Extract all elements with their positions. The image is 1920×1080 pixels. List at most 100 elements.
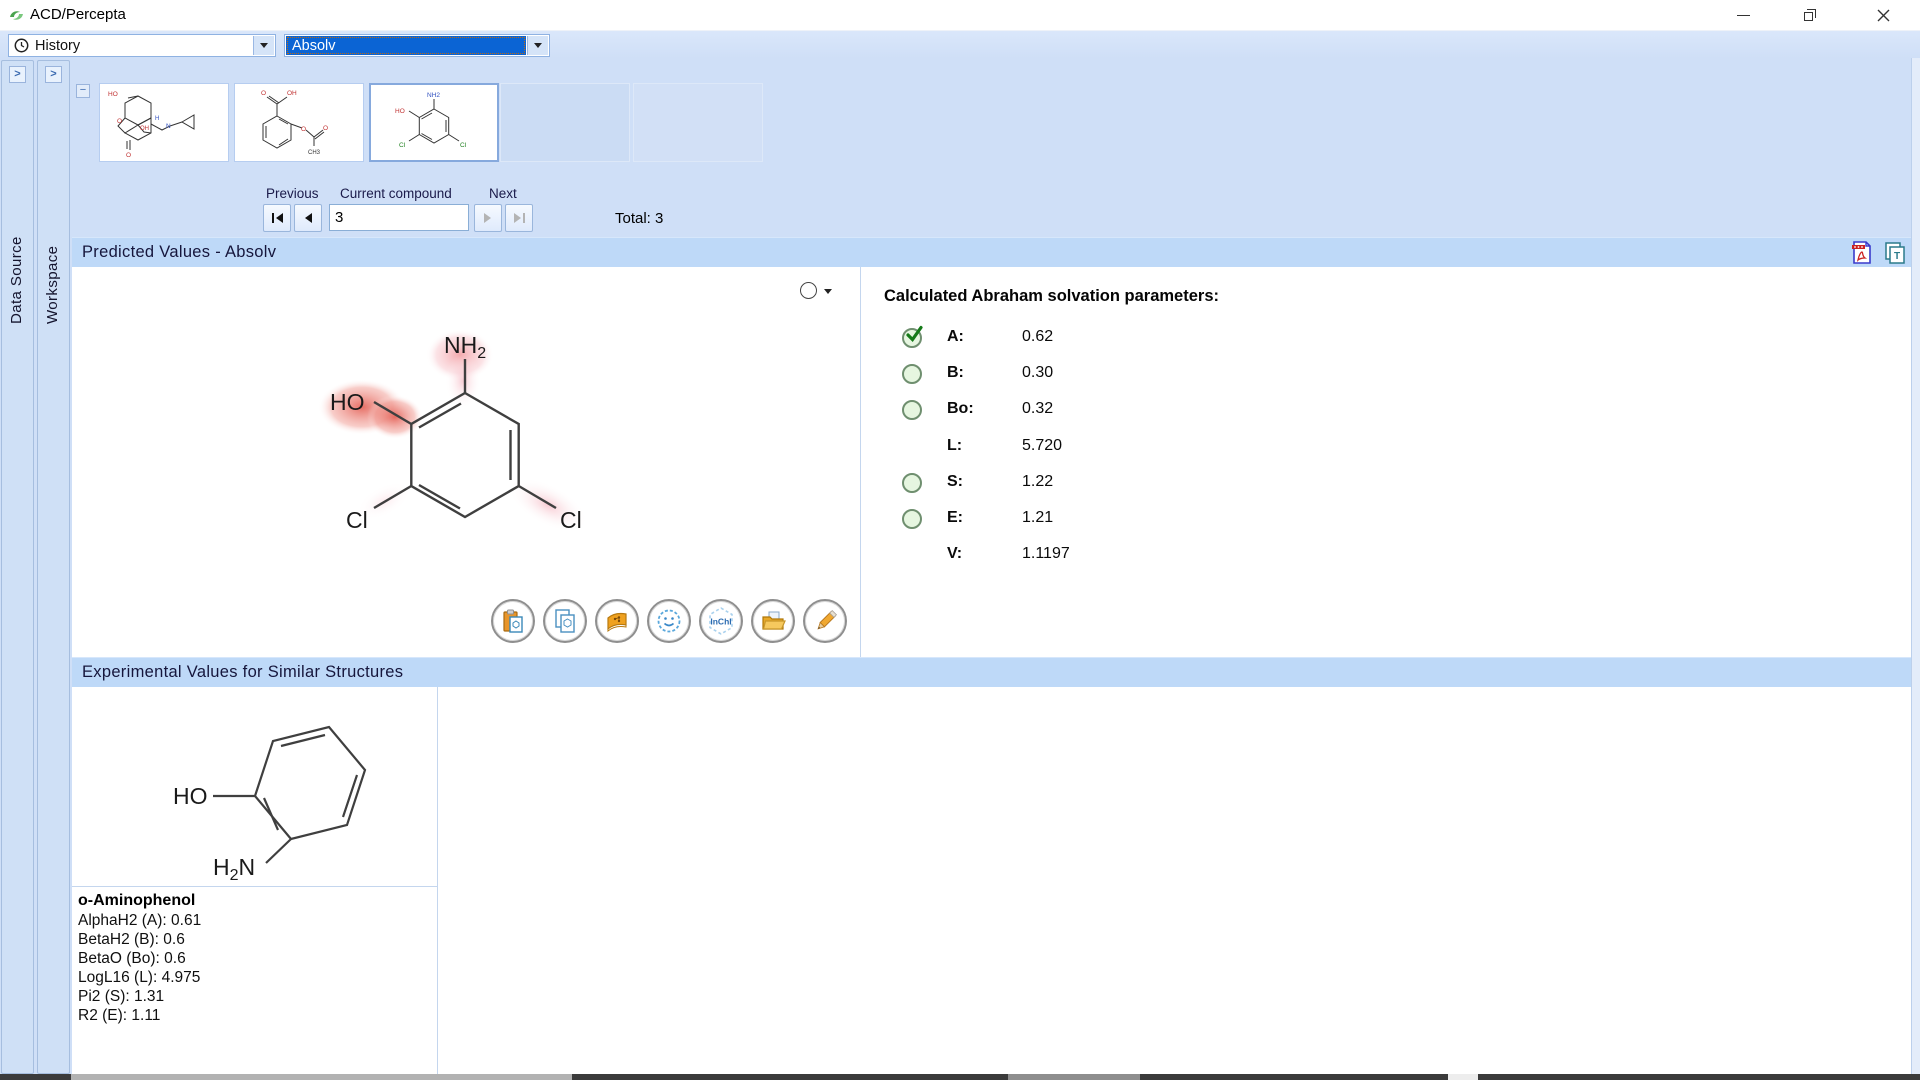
svg-text:O: O <box>126 152 131 159</box>
taskbar-segment <box>1140 1074 1448 1080</box>
clipboard-structure-icon <box>500 608 526 634</box>
export-pdf-button[interactable] <box>1849 240 1874 265</box>
window-right-edge <box>1911 58 1920 1074</box>
similar-property: BetaO (Bo): 0.6 <box>78 950 186 968</box>
main-structure-canvas[interactable]: NH2 HO Cl Cl <box>310 295 780 585</box>
expand-panel-button[interactable]: > <box>9 66 26 83</box>
next-compound-button[interactable] <box>474 204 502 232</box>
highlight-mode-arrow[interactable] <box>824 289 832 294</box>
compound-thumbnail-1[interactable]: HO O OH N O H <box>99 83 229 162</box>
svg-text:T: T <box>1894 251 1900 262</box>
restore-icon <box>1804 9 1817 22</box>
similar-compound-name: o-Aminophenol <box>78 892 195 910</box>
similar-structure-canvas[interactable]: HO H2N <box>85 695 430 880</box>
svg-text:O: O <box>301 126 306 133</box>
minimize-button[interactable] <box>1722 0 1764 30</box>
window-title: ACD/Percepta <box>30 6 126 23</box>
module-combo-arrow[interactable] <box>527 36 548 55</box>
param-value: 0.30 <box>1022 364 1053 382</box>
param-value: 1.22 <box>1022 473 1053 491</box>
param-value: 1.1197 <box>1022 545 1070 563</box>
previous-compound-button[interactable] <box>294 204 322 232</box>
open-file-button[interactable] <box>751 599 795 643</box>
params-title: Calculated Abraham solvation parameters: <box>884 287 1219 306</box>
highlight-mode-button[interactable] <box>800 282 817 299</box>
predicted-values-header: Predicted Values - Absolv <box>72 237 1911 267</box>
open-folder-icon <box>760 608 787 635</box>
sidebar-tab-workspace[interactable]: > Workspace <box>37 60 70 1074</box>
experimental-values-title: Experimental Values for Similar Structur… <box>82 663 403 682</box>
param-label: L: <box>947 437 962 455</box>
dictionary-button[interactable] <box>595 599 639 643</box>
svg-text:OH: OH <box>140 126 149 132</box>
copy-report-button[interactable]: T <box>1882 240 1907 265</box>
inchi-button[interactable]: InChI <box>699 599 743 643</box>
compound-thumbnail-3-selected[interactable]: NH2 HO Cl Cl <box>369 83 499 162</box>
close-button[interactable] <box>1862 0 1904 30</box>
svg-text:HO: HO <box>395 108 405 115</box>
svg-text:InChI: InChI <box>710 617 731 627</box>
structure-thumbnail: O OH O O CH3 <box>235 84 363 161</box>
history-combo-arrow[interactable] <box>253 36 274 55</box>
sidebar-tab-label: Workspace <box>44 89 61 324</box>
paste-structure-button[interactable] <box>491 599 535 643</box>
similar-property: R2 (E): 1.11 <box>78 1007 160 1025</box>
next-label: Next <box>489 186 517 201</box>
param-radio-S[interactable] <box>902 473 922 493</box>
chevron-down-icon <box>534 43 542 48</box>
collapse-strip-button[interactable]: − <box>76 84 90 98</box>
param-label: B: <box>947 364 964 382</box>
predicted-values-title: Predicted Values - Absolv <box>82 243 276 262</box>
param-radio-B[interactable] <box>902 364 922 384</box>
first-compound-button[interactable] <box>263 204 291 232</box>
copy-structure-icon <box>552 608 578 634</box>
cell-divider <box>437 687 438 1074</box>
close-icon <box>1877 9 1890 22</box>
cell-divider <box>72 886 437 887</box>
next-icon <box>483 212 493 224</box>
sidebar-tab-data-source[interactable]: > Data Source <box>1 60 34 1074</box>
history-combo[interactable]: History <box>8 34 276 57</box>
benzene-ring <box>213 727 365 863</box>
maximize-button[interactable] <box>1789 0 1831 30</box>
expand-icon: > <box>50 68 56 80</box>
param-label: S: <box>947 473 963 491</box>
param-radio-E[interactable] <box>902 509 922 529</box>
param-label: E: <box>947 509 963 527</box>
compound-thumbnail-empty[interactable] <box>500 83 630 162</box>
copy-structure-button[interactable] <box>543 599 587 643</box>
expand-panel-button[interactable]: > <box>45 66 62 83</box>
taskbar-segment <box>1478 1074 1920 1080</box>
svg-text:OH: OH <box>287 90 297 97</box>
svg-text:H: H <box>155 116 159 122</box>
last-compound-button[interactable] <box>505 204 533 232</box>
expand-icon: > <box>14 68 20 80</box>
smiles-button[interactable] <box>647 599 691 643</box>
collapse-icon: − <box>80 84 86 96</box>
param-radio-Bo[interactable] <box>902 400 922 420</box>
similar-property: AlphaH2 (A): 0.61 <box>78 912 201 930</box>
sidebar-tab-label: Data Source <box>8 89 25 324</box>
pencil-icon <box>812 608 839 635</box>
history-combo-label: History <box>35 38 80 54</box>
taskbar-segment <box>1008 1074 1140 1080</box>
compound-thumbnail-2[interactable]: O OH O O CH3 <box>234 83 364 162</box>
previous-icon <box>303 212 313 224</box>
edit-structure-button[interactable] <box>803 599 847 643</box>
param-value: 1.21 <box>1022 509 1053 527</box>
module-combo[interactable]: Absolv <box>284 34 550 57</box>
first-icon <box>271 212 284 224</box>
current-compound-input[interactable] <box>329 204 469 231</box>
svg-text:N: N <box>166 123 171 130</box>
inchi-icon: InChI <box>706 606 736 636</box>
hydroxyl-label: HO <box>173 783 208 809</box>
amine-label: H2N <box>213 854 255 880</box>
hydroxyl-label: HO <box>330 389 365 415</box>
param-value: 5.720 <box>1022 437 1062 455</box>
svg-text:O: O <box>323 125 328 132</box>
chevron-down-icon <box>260 43 268 48</box>
app-logo-icon <box>8 7 25 24</box>
svg-text:HO: HO <box>108 91 118 98</box>
svg-text:CH3: CH3 <box>308 150 321 156</box>
compound-thumbnail-empty[interactable] <box>633 83 763 162</box>
